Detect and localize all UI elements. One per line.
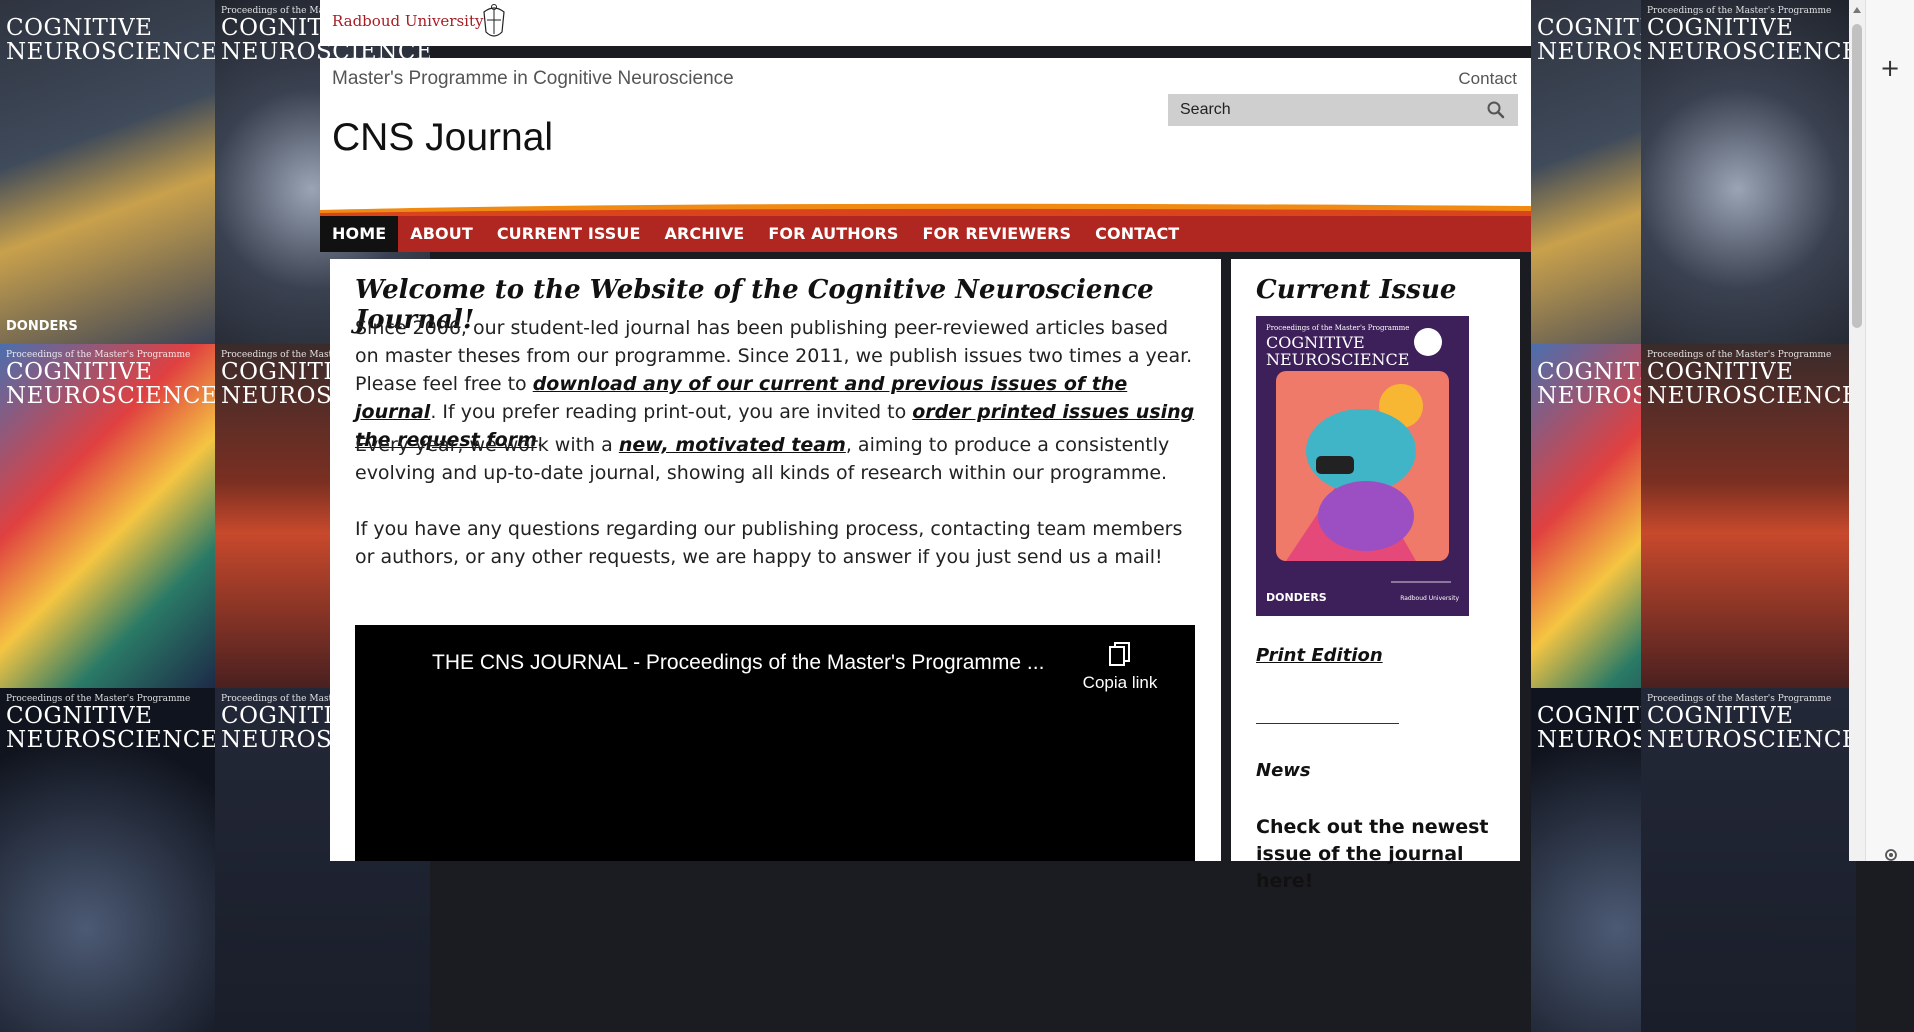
background-cover: Proceedings of the Master's Programme CO… <box>1641 344 1856 688</box>
video-title[interactable]: THE CNS JOURNAL - Proceedings of the Mas… <box>432 651 1044 675</box>
print-edition-link[interactable]: Print Edition <box>1256 645 1383 666</box>
cover-publisher: Radboud University <box>1400 595 1459 602</box>
search-icon[interactable] <box>1486 100 1506 120</box>
nav-for-reviewers[interactable]: FOR REVIEWERS <box>911 216 1084 252</box>
sidebar: Current Issue Proceedings of the Master'… <box>1231 259 1520 892</box>
gear-icon[interactable] <box>1882 846 1900 864</box>
cover-title: COGNITIVENEUROSCIENCE <box>6 15 215 65</box>
newest-issue-link[interactable]: Check out the newest issue of the journa… <box>1256 814 1516 895</box>
cover-footer: DONDERS <box>1266 591 1327 604</box>
team-text: Every year, we work with a <box>355 434 619 456</box>
team-link[interactable]: new, motivated team <box>619 434 846 456</box>
search-input[interactable] <box>1168 94 1518 126</box>
scroll-up-arrow-icon[interactable] <box>1852 4 1862 16</box>
team-paragraph: Every year, we work with a new, motivate… <box>355 431 1195 487</box>
nav-contact[interactable]: CONTACT <box>1083 216 1191 252</box>
page-container: Radboud University Master's Programme in… <box>320 0 1531 892</box>
main-navigation: HOME ABOUT CURRENT ISSUE ARCHIVE FOR AUT… <box>320 216 1531 252</box>
background-cover: Proceedings of the Master's Programme CO… <box>1641 688 1856 1032</box>
intro-text: . If you prefer reading print-out, you a… <box>430 401 913 423</box>
header-swoosh <box>320 198 1531 216</box>
news-label: News <box>1256 760 1311 781</box>
site-title[interactable]: CNS Journal <box>332 116 553 160</box>
contact-link[interactable]: Contact <box>1458 69 1517 89</box>
background-cover: COGNITIVE NEUROSCIENCE DONDERS <box>0 0 215 344</box>
nav-home[interactable]: HOME <box>320 216 399 252</box>
background-cover: Proceedings of the Master's Programme CO… <box>0 344 215 688</box>
cover-title: COGNITIVENEUROSCIENCE <box>1647 15 1856 65</box>
cover-title: COGNITIVENEUROSCIENCE <box>6 703 215 753</box>
cover-title: COGNITIVENEUROSCIENCE <box>1647 359 1856 409</box>
copy-icon <box>1109 642 1130 666</box>
background-cover: Proceedings of the Master's Programme CO… <box>0 688 215 1032</box>
background-cover: Proceedings of the Master's Programme CO… <box>1641 0 1856 344</box>
current-issue-heading: Current Issue <box>1256 275 1457 305</box>
add-icon[interactable]: + <box>1880 56 1900 80</box>
page-scrollbar[interactable] <box>1849 0 1865 861</box>
cover-title: COGNITIVENEUROSCIENCE <box>1647 703 1856 753</box>
copy-link-label: Copia link <box>1082 673 1158 692</box>
copy-link-button[interactable]: Copia link <box>1075 641 1165 701</box>
cover-title: COGNITIVENEUROSCIENCE <box>6 359 215 409</box>
video-embed[interactable]: THE CNS JOURNAL - Proceedings of the Mas… <box>355 625 1195 861</box>
sidebar-divider <box>1256 723 1399 724</box>
browser-sidebar-rail: + <box>1865 0 1914 861</box>
contact-paragraph: If you have any questions regarding our … <box>355 518 1183 568</box>
nav-for-authors[interactable]: FOR AUTHORS <box>756 216 910 252</box>
nav-current-issue[interactable]: CURRENT ISSUE <box>485 216 653 252</box>
current-issue-cover[interactable]: Proceedings of the Master's Programme CO… <box>1256 316 1469 616</box>
university-crest-icon <box>483 4 505 37</box>
scrollbar-thumb[interactable] <box>1852 24 1862 328</box>
cover-footer: DONDERS <box>6 319 78 334</box>
university-topbar: Radboud University <box>320 0 1531 46</box>
site-header: Master's Programme in Cognitive Neurosci… <box>320 58 1531 198</box>
main-content: Welcome to the Website of the Cognitive … <box>330 259 1221 861</box>
nav-about[interactable]: ABOUT <box>398 216 485 252</box>
cover-brain-illustration <box>1276 328 1451 583</box>
nav-archive[interactable]: ARCHIVE <box>653 216 757 252</box>
programme-name[interactable]: Master's Programme in Cognitive Neurosci… <box>332 68 734 90</box>
radboud-university-logo[interactable]: Radboud University <box>332 12 483 30</box>
